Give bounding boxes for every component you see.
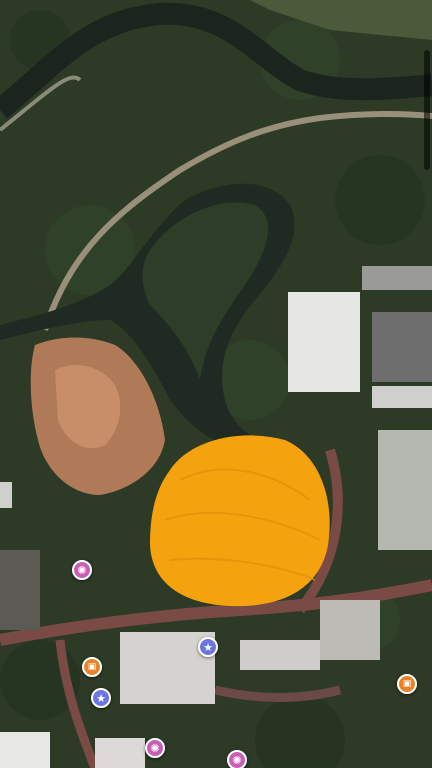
building-south [95, 738, 145, 768]
building-roof-dark [372, 312, 432, 382]
bus-stop-marker[interactable]: ▣ [397, 674, 417, 694]
ferris-wheel-icon: ✺ [232, 753, 242, 767]
building-cluster-east [378, 430, 432, 550]
ferris-wheel-icon: ✺ [150, 741, 160, 755]
map-scrollbar[interactable] [424, 50, 430, 170]
satellite-map[interactable]: ✺ ★ ▣ ★ ▣ ✺ ✺ [0, 0, 432, 768]
building-southwest [0, 732, 50, 768]
ferris-wheel-icon: ✺ [77, 563, 87, 577]
ride-marker[interactable]: ✺ [72, 560, 92, 580]
ride-marker[interactable]: ✺ [227, 750, 247, 768]
bus-icon: ▣ [402, 678, 412, 689]
attraction-marker[interactable]: ★ [198, 637, 218, 657]
star-icon: ★ [203, 640, 213, 654]
bus-stop-marker[interactable]: ▣ [82, 657, 102, 677]
building-annex [372, 386, 432, 408]
building-row [240, 640, 320, 670]
building-roof [288, 292, 360, 392]
building-edge-west [0, 482, 12, 508]
building-strip [362, 266, 432, 290]
building-west [0, 550, 40, 630]
ride-marker[interactable]: ✺ [145, 738, 165, 758]
bus-icon: ▣ [87, 661, 97, 672]
star-icon: ★ [96, 691, 106, 705]
building-row-east [320, 600, 380, 660]
attraction-marker[interactable]: ★ [91, 688, 111, 708]
